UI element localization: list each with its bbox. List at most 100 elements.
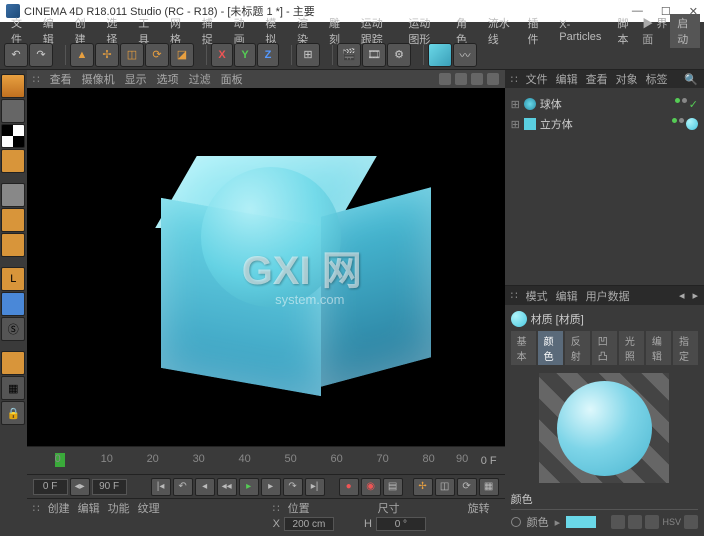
play-back[interactable]: ◂◂ [217, 478, 237, 496]
mat-tab-bump[interactable]: 凹凸 [592, 331, 617, 365]
om-object[interactable]: 对象 [616, 71, 638, 87]
prev-frame[interactable]: ◂ [195, 478, 215, 496]
vp-options[interactable]: 选项 [157, 71, 179, 87]
prev-key[interactable]: ↶ [173, 478, 193, 496]
mat-tab-illum[interactable]: 光照 [619, 331, 644, 365]
attr-nav-fwd[interactable]: ▸ [692, 289, 698, 302]
spline-tool[interactable]: 〰 [453, 43, 477, 67]
vp-nav-1[interactable] [439, 73, 451, 85]
om-search-icon[interactable]: 🔍 [684, 73, 698, 86]
menu-plugins[interactable]: 插件 [520, 14, 550, 48]
mat-tab-editor[interactable]: 编辑 [646, 331, 671, 365]
attr-user[interactable]: 用户数据 [586, 288, 630, 304]
key-options[interactable]: ▤ [383, 478, 403, 496]
color-swatch[interactable] [566, 516, 596, 528]
scale-key[interactable]: ◫ [435, 478, 455, 496]
menu-layout-startup[interactable]: 启动 [670, 14, 700, 48]
tree-item-sphere[interactable]: ⊞ 球体 ✓ [511, 94, 698, 114]
vp-nav-2[interactable] [455, 73, 467, 85]
om-edit[interactable]: 编辑 [556, 71, 578, 87]
om-view[interactable]: 查看 [586, 71, 608, 87]
bp-func[interactable]: 功能 [108, 500, 130, 516]
soft-select[interactable] [1, 351, 25, 375]
polygon-mode[interactable] [1, 233, 25, 257]
vp-nav-4[interactable] [487, 73, 499, 85]
range-prev[interactable]: ◂▸ [70, 478, 90, 496]
h-rot-input[interactable] [376, 517, 426, 531]
vp-panel[interactable]: 面板 [221, 71, 243, 87]
record-key[interactable]: ● [339, 478, 359, 496]
color-list-icon[interactable] [645, 515, 659, 529]
goto-start[interactable]: |◂ [151, 478, 171, 496]
lastused-tool[interactable]: ◪ [170, 43, 194, 67]
vp-view[interactable]: 查看 [50, 71, 72, 87]
bp-create[interactable]: 创建 [48, 500, 70, 516]
color-param-toggle[interactable] [511, 517, 521, 527]
workplane-mode[interactable] [1, 149, 25, 173]
vp-display[interactable]: 显示 [125, 71, 147, 87]
next-key[interactable]: ↷ [283, 478, 303, 496]
end-frame-input[interactable] [92, 479, 127, 495]
select-tool[interactable]: ▲ [70, 43, 94, 67]
lock-icon[interactable]: 🔒 [1, 401, 25, 425]
color-picker-icon[interactable] [611, 515, 625, 529]
scale-tool[interactable]: ◫ [120, 43, 144, 67]
point-mode[interactable] [1, 183, 25, 207]
color-swatches-icon[interactable] [684, 515, 698, 529]
timeline[interactable]: 0 10 20 30 40 50 60 70 80 90 0 F [27, 446, 505, 474]
menu-xparticles[interactable]: X-Particles [552, 18, 608, 44]
material-tag-icon[interactable] [686, 118, 698, 130]
primitive-cube-icon[interactable] [428, 43, 452, 67]
menu-pipeline[interactable]: 流水线 [481, 14, 519, 48]
snap-toggle[interactable]: Ⓢ [1, 317, 25, 341]
bp-tex[interactable]: 纹理 [138, 500, 160, 516]
om-file[interactable]: 文件 [526, 71, 548, 87]
param-key[interactable]: ▦ [479, 478, 499, 496]
vp-camera[interactable]: 摄像机 [82, 71, 115, 87]
color-grid-icon[interactable] [628, 515, 642, 529]
x-size-input[interactable] [284, 517, 334, 531]
attr-edit[interactable]: 编辑 [556, 288, 578, 304]
edge-mode[interactable] [1, 208, 25, 232]
rot-key[interactable]: ⟳ [457, 478, 477, 496]
viewport-solo[interactable] [1, 292, 25, 316]
mat-tab-color[interactable]: 颜色 [538, 331, 563, 365]
start-frame-input[interactable] [33, 479, 68, 495]
move-tool[interactable]: ✢ [95, 43, 119, 67]
om-tags[interactable]: 标签 [646, 71, 668, 87]
y-axis-toggle[interactable]: Y [234, 43, 256, 67]
pos-key[interactable]: ✢ [413, 478, 433, 496]
redo-button[interactable]: ↷ [29, 43, 53, 67]
vp-filter[interactable]: 过滤 [189, 71, 211, 87]
coord-system[interactable]: ⊞ [296, 43, 320, 67]
undo-button[interactable]: ↶ [4, 43, 28, 67]
render-view[interactable]: 🎬 [337, 43, 361, 67]
model-mode[interactable] [1, 74, 25, 98]
goto-end[interactable]: ▸| [305, 478, 325, 496]
render-picture[interactable]: 🎞 [362, 43, 386, 67]
object-tree[interactable]: ⊞ 球体 ✓ ⊞ 立方体 [505, 88, 704, 172]
vp-nav-3[interactable] [471, 73, 483, 85]
x-axis-toggle[interactable]: X [211, 43, 233, 67]
texture-mode[interactable] [1, 124, 25, 148]
object-mode[interactable] [1, 99, 25, 123]
play-forward[interactable]: ▸ [239, 478, 259, 496]
bp-edit[interactable]: 编辑 [78, 500, 100, 516]
rotate-tool[interactable]: ⟳ [145, 43, 169, 67]
playback-bar: ◂▸ |◂ ↶ ◂ ◂◂ ▸ ▸ ↷ ▸| ● ◉ ▤ ✢ ◫ ⟳ ▦ [27, 474, 505, 498]
autokey[interactable]: ◉ [361, 478, 381, 496]
menu-script[interactable]: 脚本 [610, 14, 640, 48]
z-axis-toggle[interactable]: Z [257, 43, 279, 67]
mat-tab-basic[interactable]: 基本 [511, 331, 536, 365]
render-settings[interactable]: ⚙ [387, 43, 411, 67]
material-preview[interactable] [539, 373, 669, 483]
enable-axis[interactable]: L [1, 267, 25, 291]
tree-item-cube[interactable]: ⊞ 立方体 [511, 114, 698, 134]
attr-mode[interactable]: 模式 [526, 288, 548, 304]
mat-tab-reflect[interactable]: 反射 [565, 331, 590, 365]
next-frame[interactable]: ▸ [261, 478, 281, 496]
mat-tab-assign[interactable]: 指定 [673, 331, 698, 365]
viewport[interactable]: GXI 网 system.com [27, 88, 505, 446]
attr-nav-back[interactable]: ◂ [679, 289, 685, 302]
deformer-icon[interactable]: ▦ [1, 376, 25, 400]
